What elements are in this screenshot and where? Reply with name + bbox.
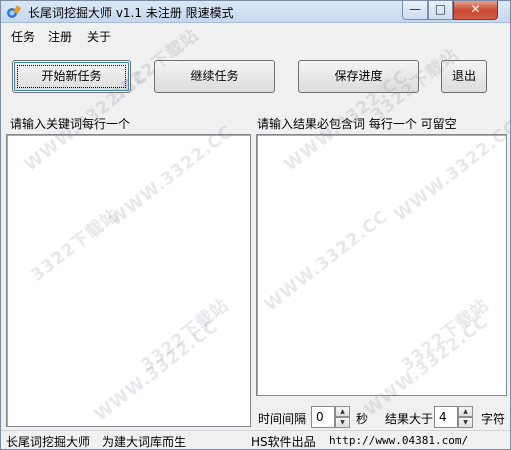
minimize-button[interactable]: — — [402, 1, 428, 20]
min-length-up-button[interactable]: ▲ — [458, 406, 473, 417]
window-title: 长尾词挖掘大师 v1.1 未注册 限速模式 — [28, 6, 234, 20]
start-new-task-label: 开始新任务 — [41, 69, 102, 83]
close-icon: ✕ — [470, 2, 481, 16]
menu-register[interactable]: 注册 — [48, 28, 72, 45]
interval-label: 时间间隔 — [258, 412, 307, 426]
continue-task-button[interactable]: 继续任务 — [154, 60, 275, 93]
menu-about[interactable]: 关于 — [87, 28, 111, 45]
status-vendor: HS软件出品 — [251, 435, 316, 449]
app-icon — [7, 5, 22, 18]
min-length-down-button[interactable]: ▼ — [458, 417, 473, 428]
save-progress-button[interactable]: 保存进度 — [298, 60, 419, 93]
interval-input[interactable]: 0 — [311, 406, 335, 428]
maximize-button[interactable]: □ — [428, 1, 453, 20]
min-length-spinner: ▲ ▼ — [458, 406, 473, 428]
app-window: 长尾词挖掘大师 v1.1 未注册 限速模式 — □ ✕ 任务 注册 关于 开始新… — [0, 0, 511, 450]
spin-up-icon: ▲ — [463, 408, 468, 415]
close-button[interactable]: ✕ — [453, 1, 498, 20]
save-progress-label: 保存进度 — [334, 69, 383, 83]
keywords-label: 请输入关键词每行一个 — [10, 117, 131, 131]
spin-up-icon: ▲ — [340, 408, 345, 415]
start-new-task-button[interactable]: 开始新任务 — [12, 60, 131, 93]
menu-bar: 任务 注册 关于 — [1, 24, 510, 46]
min-length-label: 结果大于 — [385, 412, 434, 426]
required-words-label: 请输入结果必包含词 每行一个 可留空 — [257, 117, 457, 131]
status-app-name: 长尾词挖掘大师 — [6, 435, 91, 449]
menu-task[interactable]: 任务 — [11, 28, 35, 45]
interval-spinner: ▲ ▼ — [335, 406, 350, 428]
exit-button[interactable]: 退出 — [441, 60, 487, 93]
status-slogan: 为建大词库而生 — [102, 435, 187, 449]
minimize-icon: — — [409, 2, 421, 16]
continue-task-label: 继续任务 — [190, 69, 239, 83]
min-length-input[interactable]: 4 — [434, 406, 458, 428]
min-length-unit-label: 字符 — [481, 412, 506, 426]
interval-down-button[interactable]: ▼ — [335, 417, 350, 428]
exit-label: 退出 — [451, 69, 476, 83]
interval-unit-label: 秒 — [356, 412, 369, 426]
keywords-textarea[interactable] — [6, 134, 251, 427]
status-bar: 长尾词挖掘大师 为建大词库而生 HS软件出品 http://www.04381.… — [1, 430, 510, 449]
maximize-icon: □ — [434, 2, 447, 16]
required-words-textarea[interactable] — [256, 134, 507, 396]
status-url[interactable]: http://www.04381.com/ — [329, 434, 468, 447]
spin-down-icon: ▼ — [463, 419, 468, 426]
spin-down-icon: ▼ — [340, 419, 345, 426]
title-bar[interactable]: 长尾词挖掘大师 v1.1 未注册 限速模式 — □ ✕ — [1, 1, 510, 23]
interval-up-button[interactable]: ▲ — [335, 406, 350, 417]
